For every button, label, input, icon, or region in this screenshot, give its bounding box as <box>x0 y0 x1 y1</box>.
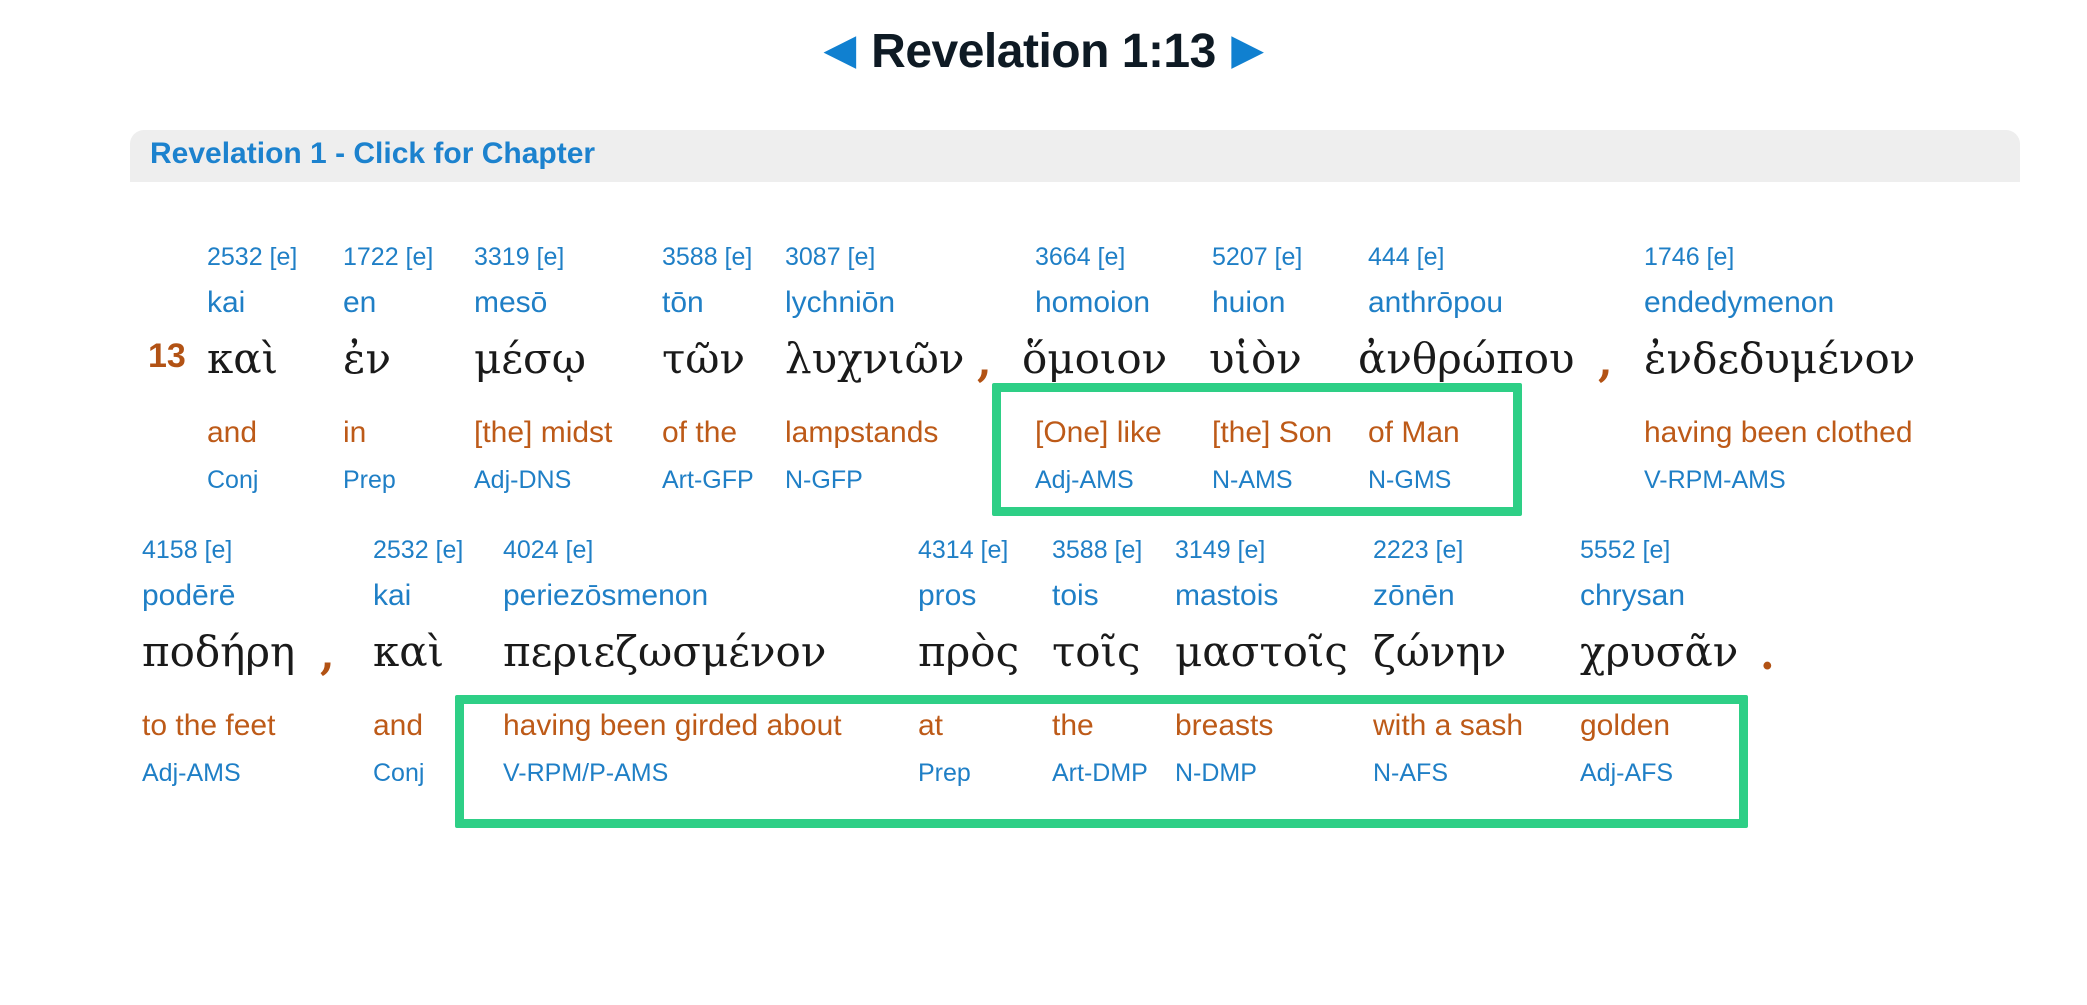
parsing-code-link[interactable]: Adj-DNS <box>474 468 571 493</box>
strongs-number-link[interactable]: 2532 [e] <box>207 245 297 270</box>
english-gloss: and <box>373 709 424 742</box>
transliteration-link[interactable]: tois <box>1052 581 1099 611</box>
english-gloss: in <box>343 416 367 449</box>
transliteration-link[interactable]: endedymenon <box>1644 288 1834 318</box>
greek-word: υἱὸν <box>1209 334 1302 383</box>
english-gloss: of Man <box>1368 416 1460 449</box>
parsing-code-link[interactable]: Art-DMP <box>1052 761 1148 786</box>
greek-word: ζώνην <box>1373 627 1507 676</box>
verse-number: 13 <box>148 337 186 375</box>
transliteration-link[interactable]: huion <box>1212 288 1285 318</box>
parsing-code-link[interactable]: Art-GFP <box>662 468 754 493</box>
greek-word: ἐνδεδυμένον <box>1644 334 1916 383</box>
transliteration-link[interactable]: periezōsmenon <box>503 581 708 611</box>
strongs-number-link[interactable]: 1722 [e] <box>343 245 433 270</box>
english-gloss: and <box>207 416 258 449</box>
strongs-number-link[interactable]: 4158 [e] <box>142 538 232 563</box>
transliteration-link[interactable]: kai <box>207 288 245 318</box>
parsing-code-link[interactable]: N-GFP <box>785 468 863 493</box>
greek-word: περιεζωσμένον <box>503 627 827 676</box>
chapter-bar: Revelation 1 - Click for Chapter <box>130 130 2020 182</box>
strongs-number-link[interactable]: 4314 [e] <box>918 538 1008 563</box>
greek-word: ἀνθρώπου <box>1358 334 1575 383</box>
transliteration-link[interactable]: tōn <box>662 288 704 318</box>
greek-punctuation: , <box>977 337 992 386</box>
greek-word: ἐν <box>343 334 392 383</box>
greek-word: τῶν <box>662 334 746 383</box>
page-title: ◀ Revelation 1:13 ▶ <box>0 24 2087 79</box>
interlinear-row: ,. 4158 [e] podērē ποδήρη to the feet Adj-AMS… <box>0 538 2087 848</box>
interlinear-page: ◀ Revelation 1:13 ▶ Revelation 1 - Click f… <box>0 0 2087 1005</box>
greek-word: καὶ <box>207 334 279 383</box>
parsing-code-link[interactable]: V-RPM/P-AMS <box>503 761 668 786</box>
english-gloss: having been girded about <box>503 709 842 742</box>
english-gloss: at <box>918 709 944 742</box>
strongs-number-link[interactable]: 444 [e] <box>1368 245 1444 270</box>
greek-word: λυχνιῶν <box>785 334 965 383</box>
strongs-number-link[interactable]: 5207 [e] <box>1212 245 1302 270</box>
transliteration-link[interactable]: homoion <box>1035 288 1150 318</box>
strongs-number-link[interactable]: 3087 [e] <box>785 245 875 270</box>
english-gloss: with a sash <box>1373 709 1524 742</box>
transliteration-link[interactable]: en <box>343 288 376 318</box>
strongs-number-link[interactable]: 3664 [e] <box>1035 245 1125 270</box>
english-gloss: of the <box>662 416 738 449</box>
greek-punctuation: . <box>1760 630 1775 679</box>
english-gloss: lampstands <box>785 416 939 449</box>
chapter-link[interactable]: Revelation 1 - Click for Chapter <box>150 137 595 171</box>
parsing-code-link[interactable]: Adj-AMS <box>1035 468 1134 493</box>
greek-word: ὅμοιον <box>1022 334 1168 383</box>
strongs-number-link[interactable]: 3588 [e] <box>662 245 752 270</box>
strongs-number-link[interactable]: 2223 [e] <box>1373 538 1463 563</box>
transliteration-link[interactable]: lychniōn <box>785 288 895 318</box>
greek-word: καὶ <box>373 627 445 676</box>
english-gloss: [the] Son <box>1212 416 1333 449</box>
parsing-code-link[interactable]: Conj <box>373 761 424 786</box>
strongs-number-link[interactable]: 3319 [e] <box>474 245 564 270</box>
parsing-code-link[interactable]: Adj-AFS <box>1580 761 1673 786</box>
parsing-code-link[interactable]: Adj-AMS <box>142 761 241 786</box>
english-gloss: to the feet <box>142 709 276 742</box>
parsing-code-link[interactable]: N-AMS <box>1212 468 1293 493</box>
interlinear-row: 13,, 2532 [e] kai καὶ and Conj 1722 [e] en ἐν in P… <box>0 245 2087 555</box>
strongs-number-link[interactable]: 3588 [e] <box>1052 538 1142 563</box>
transliteration-link[interactable]: zōnēn <box>1373 581 1455 611</box>
parsing-code-link[interactable]: Conj <box>207 468 258 493</box>
transliteration-link[interactable]: podērē <box>142 581 235 611</box>
strongs-number-link[interactable]: 1746 [e] <box>1644 245 1734 270</box>
parsing-code-link[interactable]: N-AFS <box>1373 761 1448 786</box>
strongs-number-link[interactable]: 2532 [e] <box>373 538 463 563</box>
greek-word: χρυσᾶν <box>1580 627 1739 676</box>
greek-word: τοῖς <box>1052 627 1141 676</box>
strongs-number-link[interactable]: 4024 [e] <box>503 538 593 563</box>
previous-verse-arrow-icon[interactable]: ◀ <box>825 27 856 73</box>
english-gloss: having been clothed <box>1644 416 1913 449</box>
transliteration-link[interactable]: kai <box>373 581 411 611</box>
parsing-code-link[interactable]: Prep <box>343 468 396 493</box>
greek-punctuation: , <box>320 630 335 679</box>
greek-word: ποδήρη <box>142 627 296 676</box>
greek-word: μαστοῖς <box>1175 627 1348 676</box>
parsing-code-link[interactable]: V-RPM-AMS <box>1644 468 1786 493</box>
strongs-number-link[interactable]: 5552 [e] <box>1580 538 1670 563</box>
parsing-code-link[interactable]: Prep <box>918 761 971 786</box>
greek-punctuation: , <box>1598 337 1613 386</box>
english-gloss: the <box>1052 709 1094 742</box>
english-gloss: [the] midst <box>474 416 613 449</box>
transliteration-link[interactable]: mesō <box>474 288 547 318</box>
verse-reference-title: Revelation 1:13 <box>871 25 1216 78</box>
parsing-code-link[interactable]: N-DMP <box>1175 761 1257 786</box>
greek-word: πρὸς <box>918 627 1020 676</box>
transliteration-link[interactable]: anthrōpou <box>1368 288 1503 318</box>
transliteration-link[interactable]: chrysan <box>1580 581 1685 611</box>
next-verse-arrow-icon[interactable]: ▶ <box>1232 27 1263 73</box>
transliteration-link[interactable]: pros <box>918 581 976 611</box>
transliteration-link[interactable]: mastois <box>1175 581 1278 611</box>
english-gloss: [One] like <box>1035 416 1162 449</box>
english-gloss: golden <box>1580 709 1671 742</box>
greek-word: μέσῳ <box>474 334 586 383</box>
english-gloss: breasts <box>1175 709 1274 742</box>
parsing-code-link[interactable]: N-GMS <box>1368 468 1451 493</box>
strongs-number-link[interactable]: 3149 [e] <box>1175 538 1265 563</box>
